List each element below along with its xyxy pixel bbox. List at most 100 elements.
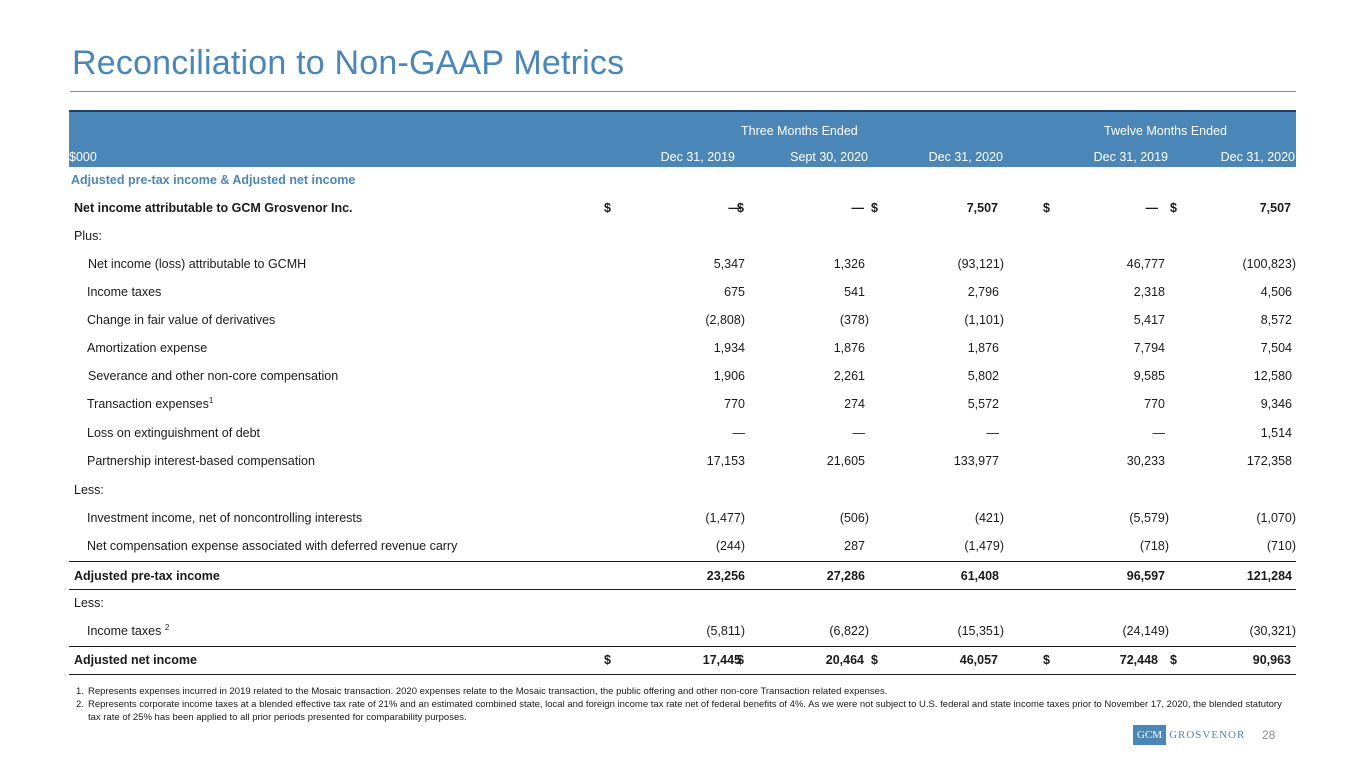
currency-symbol: $ [737, 653, 744, 667]
cell-value: 17,445 [702, 653, 741, 667]
group-header-three-months: Three Months Ended [741, 124, 858, 138]
cell-value: 287 [844, 539, 865, 553]
cell-value: — [851, 201, 865, 215]
currency-symbol: $ [604, 653, 611, 667]
page-title: Reconciliation to Non-GAAP Metrics [72, 44, 625, 82]
cell-value: 12,580 [1253, 369, 1292, 383]
table-row: Severance and other non-core compensatio… [69, 362, 1296, 390]
table-row: Adjusted net income $ 17,445 $ 20,464 $ … [69, 646, 1296, 674]
cell-value: (1,477) [705, 511, 745, 525]
cell-value: — [1145, 201, 1159, 215]
row-label: Investment income, net of noncontrolling… [87, 511, 363, 525]
currency-symbol: $ [1170, 201, 1177, 215]
column-header: Dec 31, 2020 [1220, 150, 1295, 164]
cell-value: (1,479) [964, 539, 1004, 553]
cell-value: (30,321) [1249, 624, 1296, 638]
row-label: Less: [74, 596, 104, 610]
cell-value: 5,572 [967, 397, 999, 411]
cell-value: 675 [724, 285, 745, 299]
cell-value: 121,284 [1246, 569, 1292, 583]
table-row: Income taxes 675 541 2,796 2,318 4,506 [69, 278, 1296, 306]
cell-value: 46,777 [1126, 257, 1165, 271]
gcm-grosvenor-logo: GCM GROSVENOR [1133, 724, 1245, 746]
cell-value: 172,358 [1246, 454, 1292, 468]
cell-value: (710) [1266, 539, 1296, 553]
cell-value: 770 [1144, 397, 1165, 411]
cell-value: 541 [844, 285, 865, 299]
row-label-text: Transaction expenses [87, 397, 209, 411]
footnote-marker: 1 [208, 395, 214, 405]
table-row: Less: [69, 589, 1296, 617]
cell-value: (6,822) [829, 624, 869, 638]
table-row: Net compensation expense associated with… [69, 532, 1296, 560]
column-header: Sept 30, 2020 [790, 150, 868, 164]
currency-symbol: $ [871, 653, 878, 667]
table-row: Income taxes 2 (5,811) (6,822) (15,351) … [69, 617, 1296, 645]
cell-value: (5,811) [706, 624, 745, 638]
title-divider [70, 91, 1296, 92]
cell-value: (5,579) [1129, 511, 1169, 525]
cell-value: (244) [715, 539, 745, 553]
cell-value: — [732, 426, 746, 440]
footnote-text: Represents corporate income taxes at a b… [88, 699, 1282, 723]
cell-value: (2,808) [705, 313, 745, 327]
row-label: Net income (loss) attributable to GCMH [88, 257, 307, 271]
row-label: Transaction expenses1 [87, 395, 214, 411]
cell-value: 1,326 [833, 257, 865, 271]
table-row: Adjusted pre-tax income 23,256 27,286 61… [69, 562, 1296, 590]
table-header: Three Months Ended Twelve Months Ended $… [69, 110, 1296, 167]
row-label: Income taxes [87, 285, 162, 299]
column-header: Dec 31, 2019 [660, 150, 735, 164]
cell-value: 8,572 [1260, 313, 1292, 327]
row-label: Net income attributable to GCM Grosvenor… [74, 201, 353, 215]
cell-value: 17,153 [706, 454, 745, 468]
cell-value: 7,507 [1259, 201, 1291, 215]
row-label: Partnership interest-based compensation [87, 454, 315, 468]
row-label: Severance and other non-core compensatio… [88, 369, 339, 383]
row-label: Adjusted pre-tax income [74, 569, 220, 583]
footnote-number: 1. [76, 686, 84, 697]
group-header-twelve-months: Twelve Months Ended [1104, 124, 1227, 138]
currency-symbol: $ [1043, 201, 1050, 215]
table-row: Transaction expenses1 770 274 5,572 770 … [69, 390, 1296, 418]
cell-value: 2,318 [1133, 285, 1165, 299]
row-label: Less: [74, 483, 104, 497]
row-label-text: Income taxes [87, 624, 165, 638]
currency-symbol: $ [1170, 653, 1177, 667]
row-label: Income taxes 2 [87, 622, 170, 638]
row-label: Plus: [74, 229, 102, 243]
cell-value: 9,585 [1133, 369, 1165, 383]
footnote-text: Represents expenses incurred in 2019 rel… [88, 686, 888, 697]
cell-value: 20,464 [825, 653, 864, 667]
currency-symbol: $ [1043, 653, 1050, 667]
table-row: Loss on extinguishment of debt — — — — 1… [69, 419, 1296, 447]
cell-value: 5,347 [713, 257, 745, 271]
cell-value: (93,121) [957, 257, 1004, 271]
table-row: Change in fair value of derivatives (2,8… [69, 306, 1296, 334]
row-label: Adjusted net income [74, 653, 197, 667]
section-label: Adjusted pre-tax income & Adjusted net i… [71, 173, 356, 187]
footnote-number: 2. [76, 699, 84, 710]
cell-value: (378) [839, 313, 869, 327]
cell-value: (24,149) [1122, 624, 1169, 638]
cell-value: 5,417 [1133, 313, 1165, 327]
table-row: Net income attributable to GCM Grosvenor… [69, 194, 1296, 222]
cell-value: (1,070) [1256, 511, 1296, 525]
footnote-marker: 2 [164, 622, 170, 632]
cell-value: 72,448 [1119, 653, 1158, 667]
cell-value: 23,256 [706, 569, 745, 583]
row-label: Loss on extinguishment of debt [87, 426, 261, 440]
cell-value: — [986, 426, 1000, 440]
cell-value: (718) [1139, 539, 1169, 553]
cell-value: (15,351) [957, 624, 1004, 638]
row-label: Change in fair value of derivatives [87, 313, 276, 327]
cell-value: 7,504 [1260, 341, 1292, 355]
table-row: Amortization expense 1,934 1,876 1,876 7… [69, 334, 1296, 362]
cell-value: 1,876 [967, 341, 999, 355]
cell-value: 46,057 [959, 653, 998, 667]
logo-box: GCM [1133, 725, 1167, 745]
cell-value: 30,233 [1126, 454, 1165, 468]
row-label: Amortization expense [87, 341, 208, 355]
cell-value: 9,346 [1260, 397, 1292, 411]
cell-value: — [852, 426, 866, 440]
